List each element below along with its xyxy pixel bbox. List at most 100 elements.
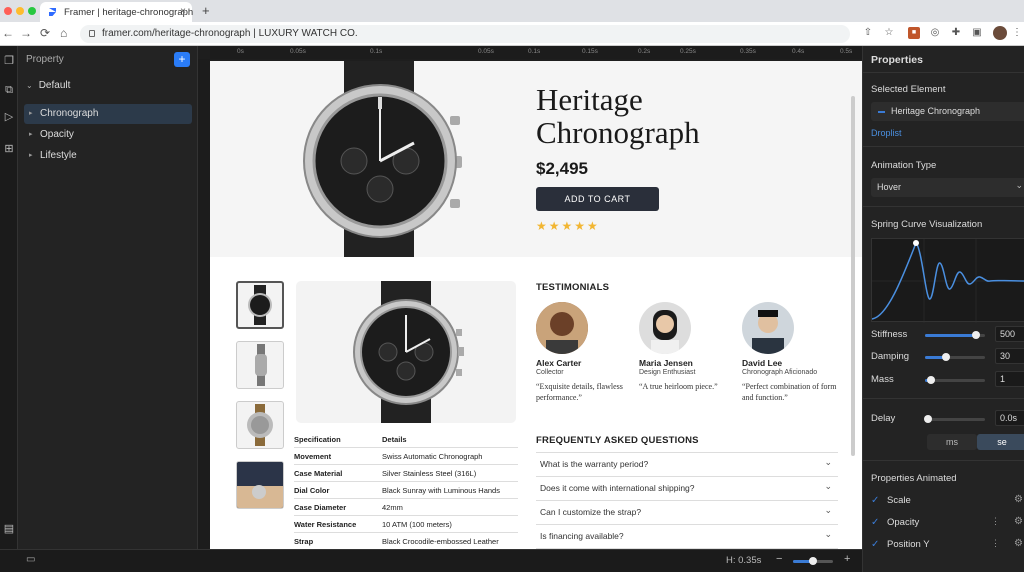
new-tab-button[interactable]: + xyxy=(202,3,210,18)
layer-item-chronograph[interactable]: ▸ Chronograph xyxy=(24,104,192,124)
components-icon[interactable]: ⊞ xyxy=(1,142,17,158)
bottom-toolbar: ▭ H: 0.35s − + xyxy=(0,549,862,572)
spec-value: 10 ATM (100 meters) xyxy=(382,519,452,529)
checkmark-icon[interactable]: ✓ xyxy=(871,517,879,528)
drag-handle-icon[interactable]: ⋮ xyxy=(991,538,1000,549)
slider-knob[interactable] xyxy=(972,331,980,339)
zoom-slider[interactable] xyxy=(793,557,833,565)
testimonial-quote: “A true heirloom piece.” xyxy=(639,382,718,391)
extension-icon[interactable]: ■ xyxy=(908,27,920,39)
home-icon[interactable]: ⌂ xyxy=(60,26,67,40)
thumbnail-side[interactable] xyxy=(236,341,284,389)
faq-question: What is the warranty period? xyxy=(540,459,649,469)
table-row: Water Resistance 10 ATM (100 meters) xyxy=(294,516,518,533)
layer-item-opacity[interactable]: ▸ Opacity xyxy=(24,125,192,145)
faq-item[interactable]: Can I customize the strap? ⌄ xyxy=(536,501,838,525)
slider-knob[interactable] xyxy=(942,353,950,361)
selected-element-field[interactable]: Heritage Chronograph xyxy=(871,102,1024,121)
browser-nav-bar: ← → ⟳ ⌂ framer.com/heritage-chronograph … xyxy=(0,22,1024,46)
animated-property-position-y: Position Y xyxy=(887,539,930,550)
back-icon[interactable]: ← xyxy=(2,26,14,40)
layers-icon[interactable]: ⧉ xyxy=(1,84,17,100)
profile-avatar[interactable] xyxy=(993,26,1007,40)
menu-dots-icon[interactable]: ⋮ xyxy=(1011,27,1023,39)
unit-se-toggle[interactable]: se xyxy=(977,434,1024,450)
spec-key: Dial Color xyxy=(294,485,330,495)
default-variant[interactable]: ⌄ Default xyxy=(26,80,70,91)
animation-type-label: Animation Type xyxy=(871,160,937,171)
thumbnail-back[interactable] xyxy=(236,401,284,449)
drag-handle-icon[interactable]: ⋮ xyxy=(991,516,1000,527)
checkmark-icon[interactable]: ✓ xyxy=(871,495,879,506)
spec-key: Case Material xyxy=(294,468,343,478)
share-icon[interactable]: ⇧ xyxy=(862,27,874,39)
side-panel-icon[interactable]: ▣ xyxy=(971,27,983,39)
delay-input[interactable]: 0.0s xyxy=(995,410,1024,426)
animated-property-scale: Scale xyxy=(887,495,911,506)
layer-item-lifestyle[interactable]: ▸ Lifestyle xyxy=(24,146,192,166)
hero-watch-image[interactable] xyxy=(294,61,464,257)
avatar xyxy=(536,302,588,354)
faq-item[interactable]: Is financing available? ⌄ xyxy=(536,525,838,549)
stiffness-slider[interactable] xyxy=(925,331,985,339)
reload-icon[interactable]: ⟳ xyxy=(40,26,50,40)
minimize-window-icon[interactable] xyxy=(16,7,24,15)
spec-value: Swiss Automatic Chronograph xyxy=(382,451,483,461)
forward-icon[interactable]: → xyxy=(20,26,32,40)
gear-icon[interactable]: ⚙ xyxy=(1014,538,1023,549)
thumbnail-front[interactable] xyxy=(236,281,284,329)
address-bar[interactable]: framer.com/heritage-chronograph | LUXURY… xyxy=(80,25,850,43)
droplist-link[interactable]: Droplist xyxy=(871,128,902,138)
damping-slider[interactable] xyxy=(925,353,985,361)
play-icon[interactable]: ▷ xyxy=(1,110,17,126)
gear-icon[interactable]: ⚙ xyxy=(1014,516,1023,527)
stiffness-input[interactable]: 500 xyxy=(995,326,1024,342)
ruler-tick: 0.1s xyxy=(370,48,383,55)
animation-type-select[interactable]: Hover ⌄ xyxy=(871,178,1024,197)
bookmark-star-icon[interactable]: ☆ xyxy=(883,27,895,39)
zoom-out-button[interactable]: − xyxy=(776,553,782,565)
ruler-tick: 0.2s xyxy=(638,48,651,55)
spec-table: Specification Details Movement Swiss Autom… xyxy=(294,431,518,549)
zoom-in-button[interactable]: + xyxy=(844,553,850,565)
selected-element-label: Selected Element xyxy=(871,84,946,95)
browser-tab[interactable]: Framer | heritage-chronograph × xyxy=(40,2,193,22)
mass-input[interactable]: 1 xyxy=(995,371,1024,387)
slider-knob[interactable] xyxy=(924,415,932,423)
add-to-cart-button[interactable]: ADD TO CART xyxy=(536,187,659,211)
main-gallery-image[interactable] xyxy=(296,281,516,423)
table-row: Dial Color Black Sunray with Luminous Han… xyxy=(294,482,518,499)
product-title: Heritage Chronograph xyxy=(536,83,700,149)
gear-icon[interactable]: ⚙ xyxy=(1014,494,1023,505)
close-window-icon[interactable] xyxy=(4,7,12,15)
canvas-scrollbar[interactable] xyxy=(851,96,855,456)
tab-close-icon[interactable]: × xyxy=(180,6,186,17)
extensions-puzzle-icon[interactable]: ✚ xyxy=(950,27,962,39)
maximize-window-icon[interactable] xyxy=(28,7,36,15)
duration-readout: H: 0.35s xyxy=(726,555,762,566)
testimonial-quote: “Exquisite details, flawless performance… xyxy=(536,382,623,402)
thumbnail-lifestyle[interactable] xyxy=(236,461,284,509)
panel-icon[interactable]: ▭ xyxy=(26,554,35,565)
pages-icon[interactable]: ❐ xyxy=(1,54,17,70)
delay-slider[interactable] xyxy=(924,415,985,423)
table-row: Case Material Silver Stainless Steel (316… xyxy=(294,465,518,482)
title-line-2: Chronograph xyxy=(536,115,700,150)
checkmark-icon[interactable]: ✓ xyxy=(871,539,879,550)
faq-item[interactable]: Does it come with international shipping… xyxy=(536,477,838,501)
timeline-ruler[interactable]: 0s 0.05s 0.1s 0.05s 0.1s 0.15s 0.2s 0.25… xyxy=(210,46,862,59)
properties-title: Properties xyxy=(871,54,923,66)
unit-ms-toggle[interactable]: ms xyxy=(927,434,977,450)
extension-circle-icon[interactable]: ◎ xyxy=(929,27,941,39)
add-property-button[interactable]: + xyxy=(174,52,190,67)
faq-item[interactable]: What is the warranty period? ⌄ xyxy=(536,453,838,477)
design-canvas[interactable]: Heritage Chronograph $2,495 ADD TO CART … xyxy=(210,61,862,549)
ruler-tick: 0.4s xyxy=(792,48,805,55)
zoom-slider-knob[interactable] xyxy=(809,557,817,565)
panel-toggle-icon[interactable]: ▤ xyxy=(1,522,17,538)
ruler-tick: 0.1s xyxy=(528,48,541,55)
mass-slider[interactable] xyxy=(925,376,985,384)
damping-input[interactable]: 30 xyxy=(995,348,1024,364)
slider-knob[interactable] xyxy=(927,376,935,384)
testimonial-name: Maria Jensen xyxy=(639,358,693,368)
